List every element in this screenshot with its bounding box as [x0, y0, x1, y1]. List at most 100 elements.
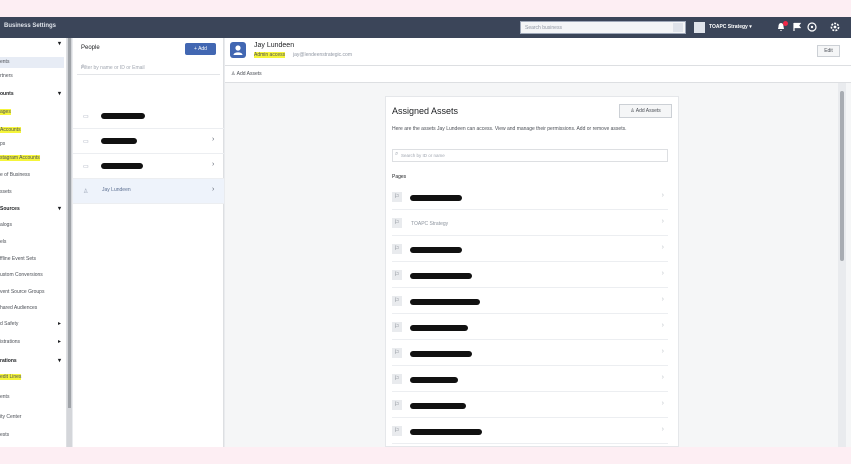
- person-add-icon: ♙: [630, 108, 635, 114]
- sidebar-item[interactable]: alogs: [0, 220, 64, 231]
- asset-search-placeholder: Search by ID or name: [401, 153, 445, 158]
- sidebar-item-label: ssets: [0, 189, 12, 195]
- sidebar-item-label: ounts: [0, 91, 14, 97]
- redacted-page-name: [410, 351, 472, 357]
- page-row[interactable]: ⚐ ›: [392, 393, 668, 418]
- person-header: Jay Lundeen Admin access jay@lendeenstra…: [225, 38, 851, 66]
- detail-scrollbar[interactable]: [838, 83, 846, 447]
- page-row[interactable]: ⚐ ›: [392, 419, 668, 444]
- sidebar-item[interactable]: Accounts: [0, 125, 64, 136]
- sidebar-item[interactable]: rtners: [0, 71, 64, 82]
- business-search-input[interactable]: Search business: [520, 21, 686, 34]
- person-row[interactable]: ▭ ›: [73, 154, 224, 179]
- page-row[interactable]: ⚐ ›: [392, 367, 668, 392]
- chevron-right-icon: ›: [212, 161, 215, 168]
- sidebar-item-label: els: [0, 239, 7, 245]
- sidebar-item-label: ents: [0, 59, 10, 65]
- page-row[interactable]: ⚐ ›: [392, 341, 668, 366]
- chevron-down-icon[interactable]: ▾: [58, 39, 61, 50]
- search-icon[interactable]: [673, 23, 683, 32]
- sidebar-item[interactable]: ssets: [0, 187, 64, 198]
- redacted-page-name: [410, 403, 466, 409]
- sidebar-item-label: rtners: [0, 73, 13, 79]
- chevron-down-icon[interactable]: ▾: [58, 356, 61, 367]
- sidebar-item[interactable]: ests: [0, 430, 64, 441]
- sidebar-item[interactable]: e of Business: [0, 170, 64, 181]
- sidebar-item[interactable]: stagram Accounts: [0, 153, 64, 164]
- sidebar-item[interactable]: ents: [0, 57, 64, 68]
- card-title: Assigned Assets: [392, 106, 459, 116]
- sidebar-item[interactable]: Sources ▾: [0, 204, 64, 215]
- sidebar-nav: ▾ ents rtners ounts ▾ ages Accounts ps stagram A…: [0, 38, 67, 447]
- notification-badge: [783, 21, 788, 26]
- pages-section-label: Pages: [392, 174, 407, 180]
- sidebar-item[interactable]: ounts ▾: [0, 89, 64, 100]
- page-row[interactable]: ⚐ ›: [392, 263, 668, 288]
- chevron-right-icon: ›: [661, 400, 664, 407]
- person-row[interactable]: ▭: [73, 104, 224, 129]
- chevron-right-icon: ›: [212, 136, 215, 143]
- sidebar-item[interactable]: ages: [0, 107, 64, 118]
- business-switcher[interactable]: TOAPC Strategy ▾: [709, 24, 752, 30]
- chevron-right-icon: ›: [661, 218, 664, 225]
- person-email: jay@lendeenstrategic.com: [293, 52, 352, 58]
- sidebar-item[interactable]: els: [0, 237, 64, 248]
- add-assets-link[interactable]: ♙ Add Assets: [231, 71, 262, 77]
- chevron-right-icon: ›: [661, 270, 664, 277]
- people-panel: People + Add Filter by name or ID or Ema…: [73, 38, 224, 447]
- person-icon: ▭: [83, 114, 89, 120]
- edit-button[interactable]: Edit: [817, 45, 840, 57]
- add-assets-button[interactable]: ♙ Add Assets: [619, 104, 672, 118]
- asset-search-input[interactable]: ⌕ Search by ID or name: [392, 149, 668, 162]
- sidebar-item[interactable]: ps: [0, 139, 64, 150]
- page-row[interactable]: ⚐ ›: [392, 315, 668, 340]
- chevron-down-icon[interactable]: ▾: [58, 89, 61, 100]
- sidebar-item-label: Accounts: [0, 127, 21, 133]
- search-icon: ⌕: [395, 151, 399, 157]
- flag-icon: ⚐: [392, 348, 402, 358]
- search-placeholder: Search business: [525, 25, 562, 31]
- page-row[interactable]: ⚐ ›: [392, 289, 668, 314]
- sidebar-scrollbar[interactable]: [67, 38, 72, 447]
- redacted-name: [101, 113, 145, 119]
- sidebar-item[interactable]: ▾: [0, 39, 64, 50]
- page-row[interactable]: ⚐ ›: [392, 237, 668, 262]
- flag-icon: ⚐: [392, 270, 402, 280]
- chevron-down-icon[interactable]: ▾: [58, 204, 61, 215]
- sidebar-item[interactable]: ity Center: [0, 412, 64, 423]
- business-logo-icon[interactable]: [694, 22, 705, 33]
- search-icon: ⌕: [81, 63, 85, 70]
- help-icon[interactable]: [807, 22, 817, 32]
- chevron-right-icon[interactable]: ▸: [58, 319, 61, 330]
- redacted-name: [101, 163, 143, 169]
- flag-icon: ⚐: [392, 426, 402, 436]
- person-row[interactable]: ♙ Jay Lundeen ›: [73, 179, 224, 204]
- redacted-page-name: [410, 325, 468, 331]
- add-person-button[interactable]: + Add: [185, 43, 216, 55]
- chevron-right-icon: ›: [661, 296, 664, 303]
- sidebar-item[interactable]: istrations ▸: [0, 337, 64, 348]
- sidebar-item[interactable]: hared Audiences: [0, 303, 64, 314]
- people-filter-input[interactable]: Filter by name or ID or Email ⌕: [77, 61, 220, 75]
- sidebar-item-label: rations: [0, 358, 17, 364]
- redacted-page-name: [410, 195, 462, 201]
- sidebar-item[interactable]: edit Lines: [0, 372, 64, 383]
- detail-scroll-thumb[interactable]: [840, 91, 844, 261]
- chevron-right-icon: ›: [212, 186, 215, 193]
- page-row[interactable]: ⚐ TOAPC Strategy ›: [392, 211, 668, 236]
- sidebar-scroll-thumb[interactable]: [68, 38, 71, 408]
- person-row[interactable]: ▭ ›: [73, 129, 224, 154]
- sidebar-item[interactable]: rations ▾: [0, 356, 64, 367]
- sidebar-item[interactable]: ffline Event Sets: [0, 254, 64, 265]
- page-row[interactable]: ⚐ ›: [392, 185, 668, 210]
- card-description: Here are the assets Jay Lundeen can acce…: [392, 126, 627, 132]
- app-window: Business Settings Search business TOAPC …: [0, 17, 851, 447]
- sidebar-item[interactable]: ents: [0, 392, 64, 403]
- settings-icon[interactable]: [830, 22, 840, 32]
- sidebar-item[interactable]: vent Source Groups: [0, 287, 64, 298]
- sidebar-item[interactable]: ustom Conversions: [0, 270, 64, 281]
- chevron-right-icon[interactable]: ▸: [58, 337, 61, 348]
- sidebar-item[interactable]: d Safety ▸: [0, 319, 64, 330]
- flag-icon: ⚐: [392, 400, 402, 410]
- flag-icon[interactable]: [792, 22, 802, 32]
